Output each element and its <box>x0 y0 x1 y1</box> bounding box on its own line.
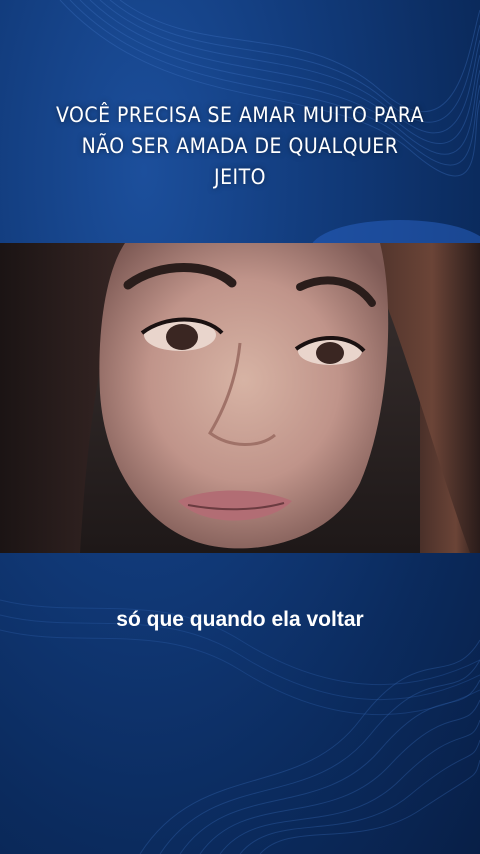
reel-screen: VOCÊ PRECISA SE AMAR MUITO PARA NÃO SER … <box>0 0 480 854</box>
headline-line-3: JEITO <box>214 165 266 189</box>
headline-line-2: NÃO SER AMADA DE QUALQUER <box>81 134 399 158</box>
woman-face-image <box>0 243 480 553</box>
subtitle-caption: só que quando ela voltar <box>116 608 364 631</box>
headline-line-1: VOCÊ PRECISA SE AMAR MUITO PARA <box>55 103 425 127</box>
headline-text: VOCÊ PRECISA SE AMAR MUITO PARA NÃO SER … <box>14 100 466 193</box>
video-frame[interactable] <box>0 243 480 553</box>
